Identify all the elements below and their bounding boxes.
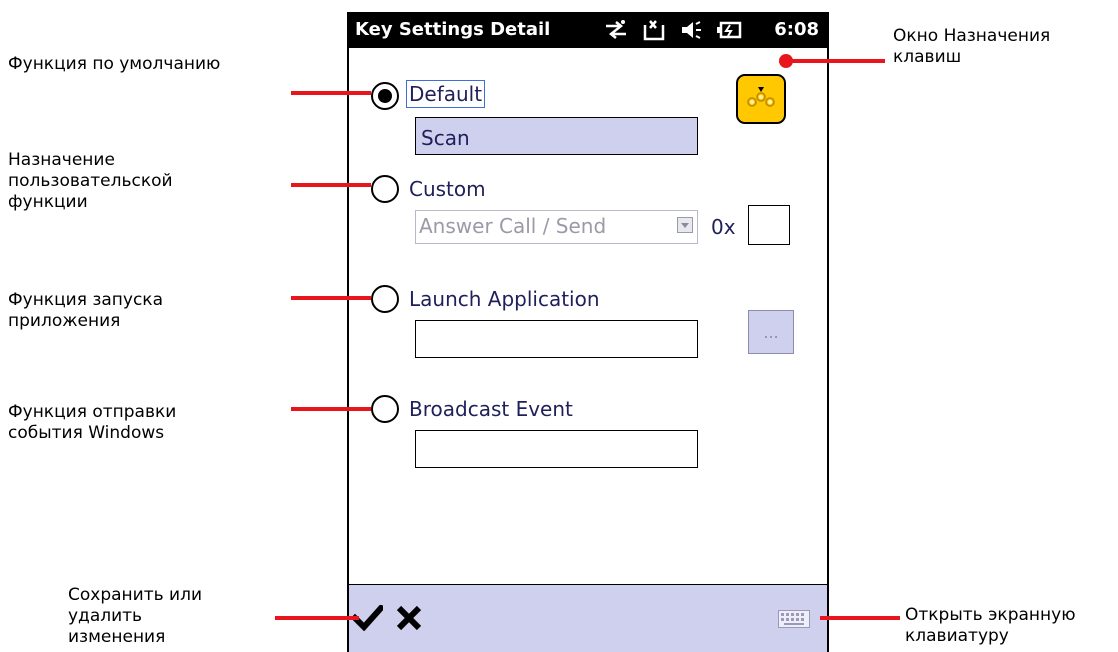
- custom-select-value: Answer Call / Send: [419, 214, 607, 238]
- pointer-line-keyboard: [820, 616, 900, 620]
- chevron-down-icon[interactable]: [677, 217, 693, 233]
- radio-default[interactable]: [371, 82, 399, 110]
- title-bar: Key Settings Detail 6:08: [349, 12, 827, 48]
- annotation-broadcast-function: Функция отправки события Windows: [8, 402, 177, 443]
- custom-label[interactable]: Custom: [409, 176, 486, 202]
- menu-button[interactable]: [736, 74, 786, 124]
- broadcast-event-label[interactable]: Broadcast Event: [409, 396, 573, 422]
- window-title: Key Settings Detail: [355, 19, 551, 40]
- speaker-mute-icon: [682, 21, 701, 39]
- browse-button[interactable]: ...: [748, 310, 794, 354]
- pointer-line-launch: [291, 296, 371, 300]
- annotation-default-function: Функция по умолчанию: [8, 54, 221, 74]
- custom-function-select[interactable]: Answer Call / Send: [415, 210, 698, 244]
- pointer-line-custom: [291, 183, 371, 187]
- hex-prefix: 0x: [711, 215, 736, 239]
- annotation-custom-function: Назначение пользовательской функции: [8, 150, 173, 212]
- radio-custom[interactable]: [371, 175, 399, 203]
- pointer-line-default: [291, 91, 371, 95]
- default-label[interactable]: Default: [405, 80, 486, 108]
- application-path-input[interactable]: [415, 320, 698, 358]
- pointer-line-broadcast: [291, 407, 371, 411]
- annotation-open-keyboard: Открыть экранную клавиатуру: [905, 605, 1076, 646]
- radio-broadcast-event[interactable]: [371, 395, 399, 423]
- annotation-launch-function: Функция запуска приложения: [8, 290, 163, 331]
- radio-launch-application[interactable]: [371, 285, 399, 313]
- command-bar: [349, 584, 827, 652]
- connection-icon: [643, 20, 665, 41]
- broadcast-event-input[interactable]: [415, 430, 698, 468]
- pointer-line-save: [275, 616, 359, 620]
- launch-application-label[interactable]: Launch Application: [409, 286, 600, 312]
- default-function-field: Scan: [415, 117, 698, 155]
- status-icons: [604, 18, 742, 42]
- annotation-save-discard: Сохранить или удалить изменения: [68, 585, 202, 647]
- clock: 6:08: [774, 19, 819, 40]
- sync-arrows-icon: [606, 20, 626, 39]
- browse-label: ...: [763, 323, 779, 342]
- annotation-key-assignment-window: Окно Назначения клавиш: [893, 26, 1051, 67]
- keyboard-icon[interactable]: [778, 610, 810, 628]
- menu-dots-icon: [747, 87, 775, 107]
- hex-code-input[interactable]: [748, 205, 790, 245]
- x-close-icon[interactable]: [396, 605, 422, 631]
- pointer-line-window: [790, 59, 885, 63]
- key-settings-window: Key Settings Detail 6:08 Default Scan Cu…: [347, 12, 829, 652]
- battery-charging-icon: [717, 21, 742, 39]
